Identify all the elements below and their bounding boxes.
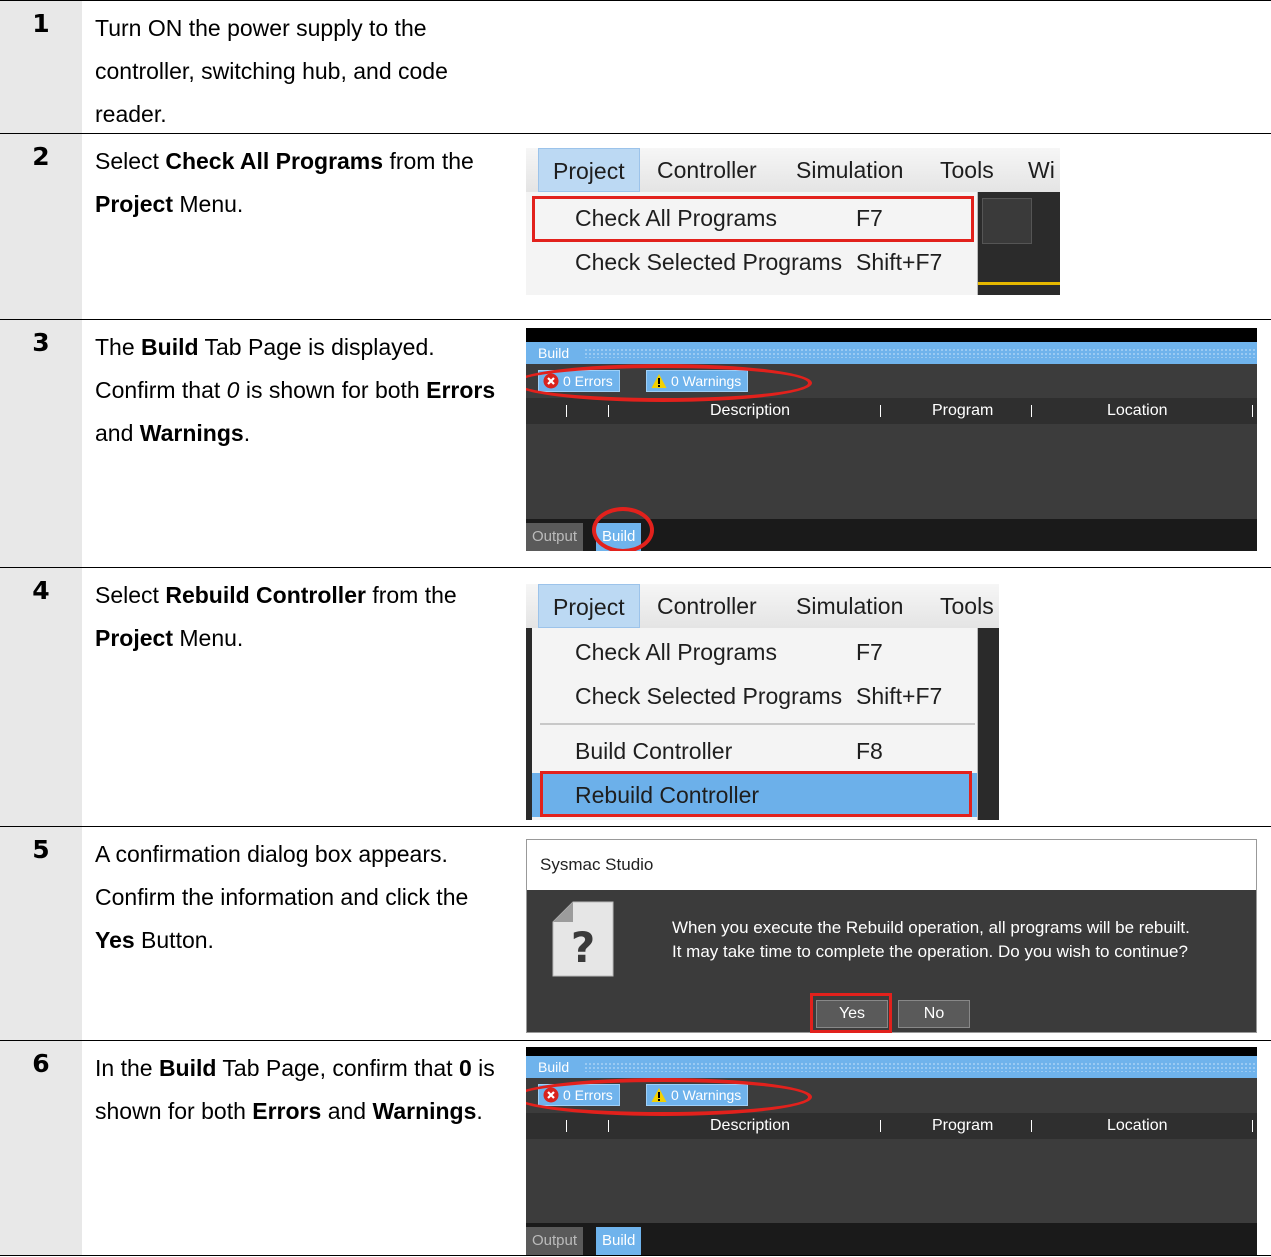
step-number-cell: 6	[0, 1041, 82, 1255]
step-number-cell: 3	[0, 320, 82, 567]
menu-item-check-all-programs[interactable]: Check All Programs F7	[532, 630, 977, 674]
step-text: The Build Tab Page is displayed. Confirm …	[95, 334, 496, 446]
highlight-box	[810, 993, 892, 1033]
step-row-6: 6 In the Build Tab Page, confirm that 0 …	[0, 1040, 1271, 1256]
step-number: 5	[32, 835, 50, 864]
step-text: Select Check All Programs from the Proje…	[95, 148, 474, 217]
step-number: 1	[32, 9, 50, 38]
panel-tabs: Output Build	[526, 1223, 1257, 1255]
step-row-1: 1 Turn ON the power supply to the contro…	[0, 0, 1271, 133]
yellow-divider	[978, 282, 1060, 285]
step-number-cell: 4	[0, 568, 82, 826]
errors-warnings-oval	[526, 1078, 812, 1116]
column-program[interactable]: Program	[932, 398, 993, 424]
step-number: 6	[32, 1049, 50, 1078]
no-button[interactable]: No	[898, 1000, 970, 1028]
step-text: Select Rebuild Controller from the Proje…	[95, 582, 457, 651]
panel-title-bar: Build	[526, 342, 1257, 364]
column-description[interactable]: Description	[710, 398, 790, 424]
menu-tools[interactable]: Tools	[926, 148, 1008, 192]
menu-item-build-controller[interactable]: Build Controller F8	[532, 729, 977, 773]
build-column-headers: Description Program Location	[526, 398, 1257, 424]
highlight-box	[540, 771, 972, 817]
step-text: Turn ON the power supply to the controll…	[95, 15, 448, 127]
toolbar-strip	[978, 192, 1060, 295]
toolbar-button[interactable]	[982, 198, 1032, 244]
errors-warnings-oval	[526, 364, 812, 402]
column-location[interactable]: Location	[1107, 398, 1168, 424]
menu-simulation[interactable]: Simulation	[782, 584, 917, 628]
dialog-message: When you execute the Rebuild operation, …	[672, 918, 1190, 961]
confirmation-dialog-screenshot: Sysmac Studio ? When you execute the Reb…	[526, 839, 1257, 1033]
tab-output[interactable]: Output	[526, 1227, 584, 1255]
step-number: 4	[32, 576, 50, 605]
step-row-2: 2 Select Check All Programs from the Pro…	[0, 133, 1271, 319]
build-panel-screenshot: Build 0 Errors 0 Warnings Description Pr…	[526, 1047, 1257, 1255]
step-number-cell: 1	[0, 1, 82, 133]
menu-project[interactable]: Project	[538, 584, 640, 628]
step-row-3: 3 The Build Tab Page is displayed. Confir…	[0, 319, 1271, 567]
build-column-headers: Description Program Location	[526, 1113, 1257, 1139]
rebuild-menu-screenshot: Project Controller Simulation Tools Chec…	[526, 584, 999, 820]
svg-text:?: ?	[571, 923, 595, 972]
step-number-cell: 5	[0, 827, 82, 1040]
column-description[interactable]: Description	[710, 1113, 790, 1139]
panel-title-bar: Build	[526, 1056, 1257, 1078]
tab-output[interactable]: Output	[526, 523, 584, 551]
question-icon: ?	[552, 901, 614, 977]
menu-controller[interactable]: Controller	[643, 148, 771, 192]
step-text: In the Build Tab Page, confirm that 0 is…	[95, 1055, 495, 1124]
menu-window[interactable]: Wi	[1014, 148, 1060, 192]
procedure-table: 1 Turn ON the power supply to the contro…	[0, 0, 1271, 1257]
column-program[interactable]: Program	[932, 1113, 993, 1139]
menu-project[interactable]: Project	[538, 148, 640, 192]
tab-build[interactable]: Build	[596, 1227, 642, 1255]
build-panel-screenshot: Build 0 Errors 0 Warnings Description Pr…	[526, 328, 1257, 551]
step-text: A confirmation dialog box appears. Confi…	[95, 841, 469, 953]
menu-controller[interactable]: Controller	[643, 584, 771, 628]
panel-top-border	[526, 1047, 1257, 1056]
dialog-title: Sysmac Studio	[527, 840, 1256, 890]
panel-top-border	[526, 328, 1257, 342]
menu-item-check-selected-programs[interactable]: Check Selected Programs Shift+F7	[526, 240, 977, 284]
highlight-box	[532, 196, 974, 242]
menu-bar: Project Controller Simulation Tools Wi	[526, 148, 1060, 192]
menu-bar: Project Controller Simulation Tools	[526, 584, 999, 628]
step-row-5: 5 A confirmation dialog box appears. Con…	[0, 826, 1271, 1040]
step-number: 3	[32, 328, 50, 357]
step-row-4: 4 Select Rebuild Controller from the Pro…	[0, 567, 1271, 826]
step-number-cell: 2	[0, 134, 82, 319]
project-menu-screenshot: Project Controller Simulation Tools Wi C…	[526, 148, 1060, 295]
build-tab-oval	[592, 507, 654, 551]
step-number: 2	[32, 142, 50, 171]
menu-simulation[interactable]: Simulation	[782, 148, 917, 192]
column-location[interactable]: Location	[1107, 1113, 1168, 1139]
menu-tools[interactable]: Tools	[926, 584, 999, 628]
menu-item-check-selected-programs[interactable]: Check Selected Programs Shift+F7	[532, 674, 977, 718]
menu-separator	[540, 723, 975, 725]
